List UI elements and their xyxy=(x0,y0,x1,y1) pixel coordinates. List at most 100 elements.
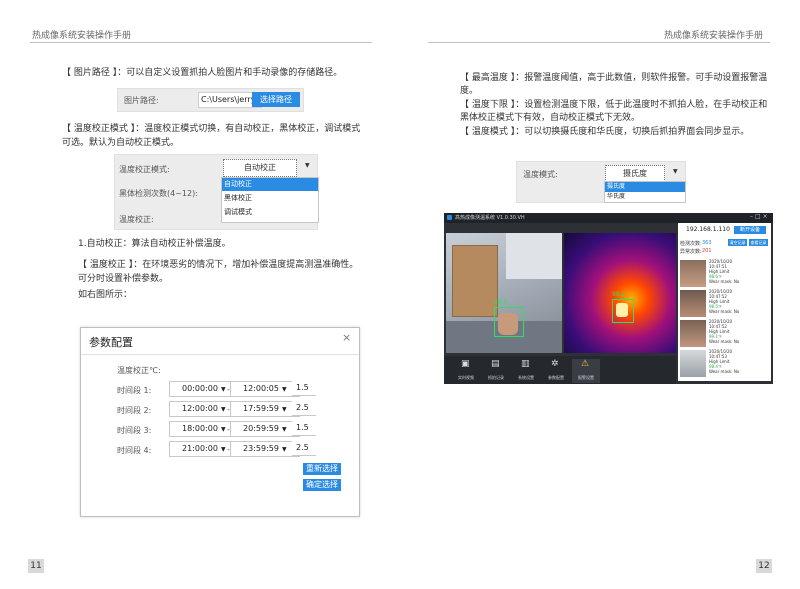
close-icon[interactable]: × xyxy=(342,331,351,344)
period-end-select[interactable]: 17:59:59 ▼ xyxy=(230,401,300,417)
offset-input[interactable]: 1.5 xyxy=(292,421,316,436)
image-icon: ▤ xyxy=(491,359,500,369)
temp-mode-label: 温度模式: xyxy=(523,170,558,179)
record-note: Wear mask: No xyxy=(709,309,740,314)
right-header-rule xyxy=(428,42,770,43)
offset-input[interactable]: 2.5 xyxy=(292,441,316,456)
chevron-down-icon: ▼ xyxy=(220,406,226,413)
thermal-temp-label: 98.2 xyxy=(612,291,626,298)
option-auto-calib[interactable]: 自动校正 xyxy=(222,178,318,191)
ceiling-shape xyxy=(506,233,562,279)
folder-icon: ▥ xyxy=(521,359,530,369)
choose-path-button[interactable]: 选择路径 xyxy=(252,92,300,107)
cabinet-shape xyxy=(452,245,498,317)
period-label: 时间段 4: xyxy=(117,446,152,455)
device-ip: 192.168.1.110 xyxy=(686,226,730,233)
para-max-temp-2: 度。 xyxy=(460,86,479,96)
chevron-down-icon: ▼ xyxy=(220,426,226,433)
record-face-thumb xyxy=(680,350,706,377)
toolbar-param-config[interactable]: ✲ 参数配置 xyxy=(542,359,570,383)
app-sidebar: 192.168.1.110 断开设备 检测次数: 363 异常次数: 201 清… xyxy=(678,223,771,381)
chevron-down-icon[interactable]: ▼ xyxy=(673,168,678,175)
toolbar-label: 系统设置 xyxy=(518,375,534,380)
app-toolbar: ▣ 实时视频 ▤ 抓拍记录 ▥ 系统设置 ✲ 参数配置 ⚠ 报警设置 xyxy=(444,356,676,384)
para-max-temp-1: 【 最高温度 】：报警温度阈值，高于此数值，则软件报警。可手动设置报警温 xyxy=(460,73,768,83)
temp-mode-panel: 温度模式: 摄氏度 ▼ 摄氏度 华氏度 xyxy=(516,161,686,203)
thermal-detect-box xyxy=(612,299,634,323)
page-number-left: 11 xyxy=(28,559,44,573)
option-celsius[interactable]: 摄氏度 xyxy=(605,182,685,192)
count-1-value: 363 xyxy=(702,240,712,246)
list-item[interactable]: 2020/10/20 10:47:53 High Limit 98.4℉ Wea… xyxy=(680,349,766,378)
period-end-value: 17:59:59 xyxy=(243,404,279,413)
chevron-down-icon: ▼ xyxy=(220,446,226,453)
list-item[interactable]: 2020/10/20 10:47:52 High Limit 98.5℉ Wea… xyxy=(680,289,766,318)
clear-records-button[interactable]: 清空记录 xyxy=(728,239,747,246)
calib-mode-select[interactable]: 自动校正 xyxy=(223,159,297,177)
option-blackbody-calib[interactable]: 黑体校正 xyxy=(222,191,318,205)
chevron-down-icon[interactable]: ▼ xyxy=(305,162,310,169)
chevron-down-icon: ▼ xyxy=(281,446,287,453)
toolbar-system-settings[interactable]: ▥ 系统设置 xyxy=(512,359,540,383)
toolbar-alarm-settings[interactable]: ⚠ 报警设置 xyxy=(572,359,600,383)
temp-mode-dropdown: 摄氏度 华氏度 xyxy=(604,181,686,203)
toolbar-label: 参数配置 xyxy=(548,375,564,380)
calib-mode-dropdown: 自动校正 黑体校正 调试模式 xyxy=(221,177,319,223)
period-start-value: 18:00:00 xyxy=(182,424,218,433)
temp-mode-select[interactable]: 摄氏度 xyxy=(605,165,665,182)
view-records-button[interactable]: 查看记录 xyxy=(749,239,768,246)
window-controls[interactable]: –□× xyxy=(750,213,770,220)
option-debug-mode[interactable]: 调试模式 xyxy=(222,205,318,219)
offset-input[interactable]: 1.5 xyxy=(292,381,316,396)
toolbar-label: 报警设置 xyxy=(578,375,594,380)
toolbar-label: 实时视频 xyxy=(458,375,474,380)
record-note: Wear mask: No xyxy=(709,279,740,284)
period-end-value: 12:00:05 xyxy=(243,384,279,393)
para-temp-mode: 【 温度模式 】：可以切换摄氏度和华氏度，切换后抓拍界面会同步显示。 xyxy=(460,127,750,137)
param-config-dialog: 参数配置 × 温度校正℃: 时间段 1: 00:00:00 ▼ - 12:00:0… xyxy=(80,327,360,517)
page-number-right: 12 xyxy=(756,559,772,573)
toolbar-live-video[interactable]: ▣ 实时视频 xyxy=(452,359,480,383)
reselect-button[interactable]: 重新选择 xyxy=(303,463,341,475)
para-image-path: 【 图片路径 】：可以自定义设置抓拍人脸图片和手动录像的存储路径。 xyxy=(62,68,343,78)
period-end-select[interactable]: 12:00:05 ▼ xyxy=(230,381,300,397)
para-temp-corr-2: 可分时设置补偿参数。 xyxy=(78,274,169,284)
capture-record-list: 2020/10/20 10:47:51 High Limit 98.6℉ Wea… xyxy=(680,259,766,379)
para-temp-corr-1: 【 温度校正 】：在环境恶劣的情况下，增加补偿温度提高测温准确性。 xyxy=(78,260,359,270)
calib-mode-label: 温度校正模式: xyxy=(119,165,170,174)
temp-calib-section-label: 温度校正℃: xyxy=(117,366,161,375)
list-item[interactable]: 2020/10/20 10:47:51 High Limit 98.6℉ Wea… xyxy=(680,259,766,288)
app-titlebar: 高热成像测温系统 V1.0.30.VH –□× xyxy=(444,213,773,223)
toolbar-capture-records[interactable]: ▤ 抓拍记录 xyxy=(482,359,510,383)
para-calib-mode-1: 【 温度校正模式 】：温度校正模式切换，有自动校正，黑体校正，调试模式 xyxy=(62,124,361,134)
para-auto-calib: 1.自动校正：算法自动校正补偿温度。 xyxy=(78,239,231,249)
left-header-rule xyxy=(30,42,372,43)
thermal-app-screenshot: 高热成像测温系统 V1.0.30.VH –□× 36.5 98.2 192.16… xyxy=(444,213,773,384)
app-logo-icon xyxy=(447,215,452,220)
left-running-header: 热成像系统安装操作手册 xyxy=(32,31,132,41)
list-item[interactable]: 2020/10/20 10:47:52 High Limit 99.1℉ Wea… xyxy=(680,319,766,348)
temp-calib-label: 温度校正: xyxy=(119,215,154,224)
para-min-temp-2: 黑体校正模式下有效，自动校正模式下无效。 xyxy=(460,113,641,123)
para-figure-ref: 如右图所示： xyxy=(78,290,133,300)
offset-input[interactable]: 2.5 xyxy=(292,401,316,416)
face-detect-box xyxy=(494,307,524,337)
right-running-header: 热成像系统安装操作手册 xyxy=(664,31,764,41)
gear-icon: ✲ xyxy=(551,359,559,369)
warning-icon: ⚠ xyxy=(581,359,590,369)
confirm-button[interactable]: 确定选择 xyxy=(303,479,341,491)
face-temp-label: 36.5 xyxy=(494,299,508,306)
record-face-thumb xyxy=(680,320,706,347)
period-end-select[interactable]: 20:59:59 ▼ xyxy=(230,421,300,437)
period-end-value: 20:59:59 xyxy=(243,424,279,433)
period-start-value: 00:00:00 xyxy=(182,384,218,393)
dialog-divider xyxy=(81,354,359,355)
period-end-select[interactable]: 23:59:59 ▼ xyxy=(230,441,300,457)
count-1-label: 检测次数: xyxy=(680,241,702,247)
option-fahrenheit[interactable]: 华氏度 xyxy=(605,192,685,202)
chevron-down-icon: ▼ xyxy=(281,426,287,433)
dialog-title: 参数配置 xyxy=(89,336,133,349)
period-end-value: 23:59:59 xyxy=(243,444,279,453)
disconnect-button[interactable]: 断开设备 xyxy=(734,226,766,234)
period-start-value: 12:00:00 xyxy=(182,404,218,413)
